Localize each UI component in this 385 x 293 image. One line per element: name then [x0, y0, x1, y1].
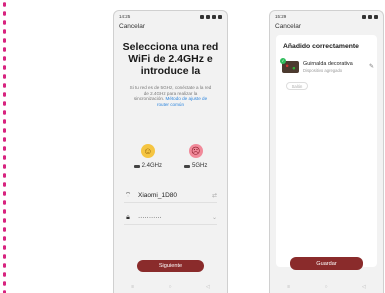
bluetooth-icon: [362, 14, 366, 19]
password-value: ···········: [138, 214, 162, 221]
menu-nav-icon[interactable]: ≡: [131, 284, 134, 290]
switch-network-icon[interactable]: ⇄: [212, 192, 217, 199]
room-chip[interactable]: Salón: [286, 82, 308, 90]
lock-icon: 🔒︎: [126, 213, 130, 221]
card-title: Añadido correctamente: [283, 43, 359, 50]
system-nav-bar: ≡ ○ ◁: [114, 284, 227, 290]
happy-face-icon: ☺: [140, 144, 155, 159]
wifi-status-icon: [368, 14, 372, 19]
check-icon: ✓: [280, 58, 286, 64]
band-2-4ghz: ☺ 2.4GHz: [133, 144, 162, 170]
band-label: 2.4GHz: [141, 163, 162, 170]
decorative-dots: [3, 0, 6, 293]
status-bar: 14:25: [114, 11, 227, 22]
system-nav-bar: ≡ ○ ◁: [270, 284, 383, 290]
home-nav-icon[interactable]: ○: [325, 284, 328, 290]
status-icons: [200, 14, 222, 19]
router-icon: [133, 164, 140, 168]
cancel-button[interactable]: Cancelar: [270, 22, 383, 32]
result-card: Añadido correctamente ✓ Guirnalda decora…: [276, 35, 377, 267]
band-label: 5GHz: [192, 163, 208, 170]
next-button[interactable]: Siguiente: [137, 260, 204, 272]
battery-icon: [218, 14, 222, 19]
device-thumbnail: ✓: [280, 58, 299, 73]
status-time: 14:25: [119, 14, 131, 19]
wifi-status-icon: [206, 14, 210, 19]
device-name: Guirnalda decorativa: [303, 61, 353, 67]
back-nav-icon[interactable]: ◁: [362, 284, 366, 290]
status-time: 15:29: [275, 14, 287, 19]
menu-nav-icon[interactable]: ≡: [287, 284, 290, 290]
show-password-icon[interactable]: ⌄: [212, 214, 217, 221]
band-compat: ☺ 2.4GHz ☹ 5GHz: [114, 144, 227, 169]
home-nav-icon[interactable]: ○: [169, 284, 172, 290]
router-setup-link[interactable]: Método de ajuste de router común: [157, 96, 207, 107]
hint-text: Si tu red es de 5GHz, conéctate a la red…: [114, 85, 227, 107]
bluetooth-icon: [200, 14, 204, 19]
device-added-screen: 15:29 Cancelar Añadido correctamente ✓ G…: [269, 10, 384, 293]
device-row[interactable]: ✓ Guirnalda decorativa Dispositivo agreg…: [276, 50, 377, 73]
signal-icon: [374, 14, 378, 19]
signal-icon: [212, 14, 216, 19]
wifi-name-value: Xiaomi_1D80: [138, 192, 178, 199]
wifi-name-field[interactable]: ⌔ Xiaomi_1D80 ⇄: [124, 189, 217, 203]
router-icon: [184, 164, 190, 168]
password-field[interactable]: 🔒︎ ··········· ⌄: [124, 211, 217, 225]
status-bar: 15:29: [270, 11, 383, 22]
sad-face-icon: ☹: [188, 144, 203, 159]
cancel-button[interactable]: Cancelar: [114, 22, 227, 32]
wifi-setup-screen: 14:25 Cancelar Selecciona una red WiFi d…: [113, 10, 228, 293]
status-icons: [362, 14, 378, 19]
band-5ghz: ☹ 5GHz: [184, 144, 207, 169]
back-nav-icon[interactable]: ◁: [206, 284, 210, 290]
edit-icon[interactable]: ✎: [369, 63, 374, 70]
save-button[interactable]: Guardar: [290, 257, 363, 270]
wifi-icon: ⌔: [124, 192, 132, 199]
device-status: Dispositivo agregado: [303, 68, 343, 73]
page-title: Selecciona una red WiFi de 2.4GHz e intr…: [122, 41, 219, 77]
